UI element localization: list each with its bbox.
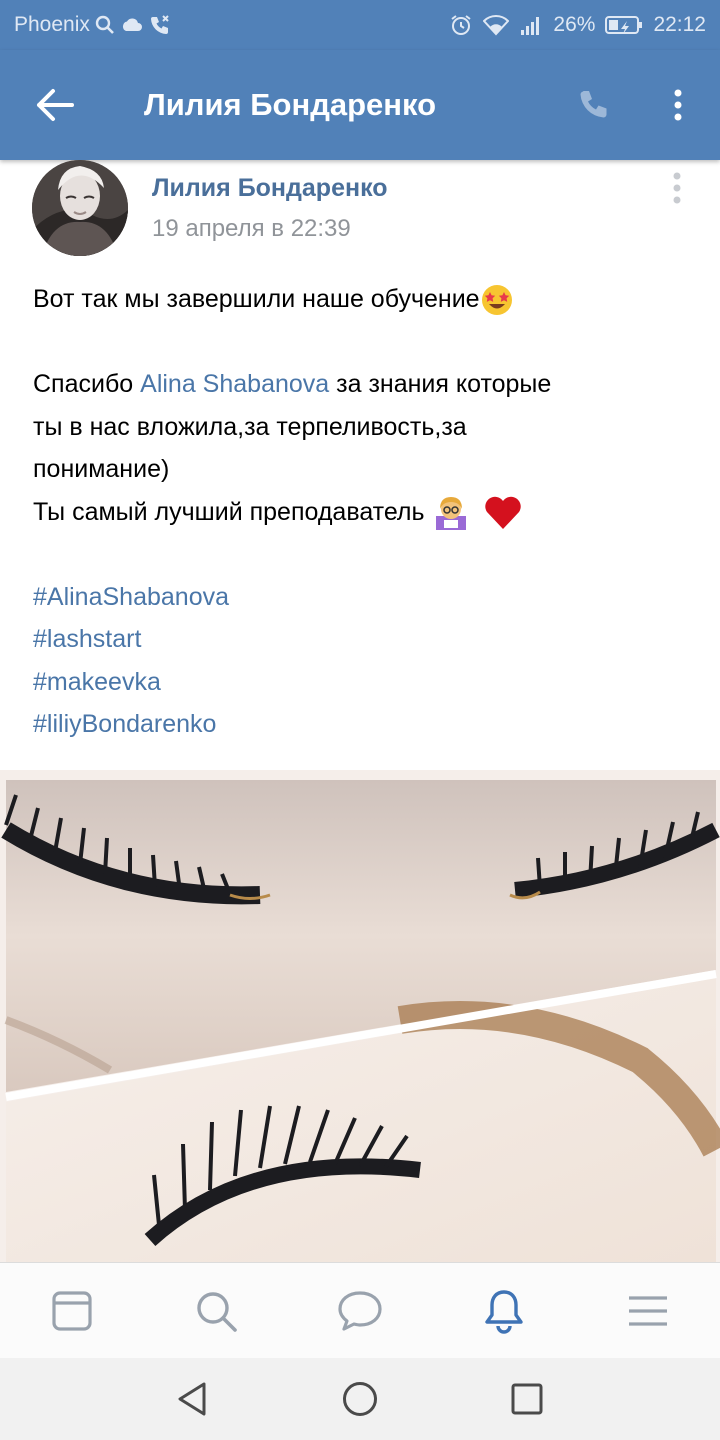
post-line: ты в нас вложила,за терпеливость,за	[33, 412, 467, 441]
avatar-image	[32, 160, 128, 256]
hashtag-link[interactable]: #lashstart	[33, 618, 693, 661]
post-author[interactable]: Лилия Бондаренко	[152, 174, 388, 203]
status-bar: Phoenix 26% 22:12	[0, 0, 720, 50]
post-line: Вот так мы завершили наше обучение	[33, 278, 693, 321]
system-recents-button[interactable]	[487, 1358, 567, 1440]
nav-news[interactable]	[22, 1263, 122, 1359]
phone-icon	[580, 91, 607, 118]
signal-icon	[521, 17, 540, 35]
nav-search[interactable]	[166, 1263, 266, 1359]
post-line-text: Вот так мы завершили наше обучение	[33, 285, 480, 313]
alarm-icon	[451, 15, 472, 35]
battery-percent: 26%	[553, 13, 596, 36]
post-line: Ты самый лучший преподаватель	[33, 491, 693, 534]
mention-link[interactable]: Alina Shabanova	[140, 370, 329, 398]
page-title: Лилия Бондаренко	[144, 87, 437, 122]
search-status-icon	[95, 15, 114, 34]
hashtag-link[interactable]: #makeevka	[33, 661, 693, 704]
teacher-emoji-icon	[435, 496, 466, 530]
more-vertical-icon	[674, 89, 682, 121]
post-photo[interactable]	[0, 770, 720, 1262]
app-bar: Лилия Бондаренко	[0, 50, 720, 160]
cloud-icon	[122, 18, 142, 31]
circle-home-icon	[342, 1382, 377, 1416]
eyelash-collage-image	[0, 770, 720, 1262]
star-struck-emoji-icon	[481, 285, 512, 316]
call-button[interactable]	[552, 50, 636, 160]
nav-messages[interactable]	[310, 1263, 410, 1359]
post-line-text: Спасибо	[33, 370, 141, 398]
clock: 22:12	[653, 13, 706, 36]
nav-notifications[interactable]	[454, 1263, 554, 1359]
more-vertical-icon	[673, 172, 681, 204]
square-recents-icon	[511, 1383, 543, 1415]
system-nav-bar	[0, 1358, 720, 1440]
search-icon	[197, 1291, 237, 1332]
wifi-icon	[483, 15, 510, 36]
more-options-button[interactable]	[636, 50, 720, 160]
carrier-name: Phoenix	[14, 13, 90, 36]
post-line-text: Ты самый лучший преподаватель	[33, 497, 432, 526]
notifications-icon	[485, 1289, 523, 1334]
hashtag-link[interactable]: #liliyBondarenko	[33, 703, 693, 746]
app-actions	[552, 50, 720, 160]
hashtag-link[interactable]: #AlinaShabanova	[33, 576, 693, 619]
news-icon	[52, 1290, 92, 1331]
post-header: Лилия Бондаренко 19 апреля в 22:39	[0, 160, 720, 260]
status-left: Phoenix	[14, 13, 172, 37]
post-line: Спасибо Alina Shabanova за знания которы…	[33, 363, 693, 406]
avatar[interactable]	[32, 160, 128, 256]
missed-call-icon	[150, 15, 169, 34]
messages-icon	[338, 1290, 382, 1331]
post-date[interactable]: 19 апреля в 22:39	[152, 215, 351, 243]
system-home-button[interactable]	[320, 1358, 400, 1440]
heart-emoji-icon	[485, 496, 522, 529]
post-line: понимание)	[33, 455, 170, 483]
post-line-text: за знания которые	[329, 370, 552, 398]
status-right: 26% 22:12	[449, 13, 706, 37]
system-back-button[interactable]	[153, 1358, 233, 1440]
triangle-back-icon	[178, 1382, 206, 1416]
nav-menu[interactable]	[598, 1263, 698, 1359]
post-menu-button[interactable]	[660, 168, 694, 208]
bottom-nav	[0, 1262, 720, 1358]
battery-icon	[605, 16, 643, 34]
post-text: Вот так мы завершили наше обучение Спаси…	[33, 278, 693, 746]
menu-icon	[629, 1295, 667, 1326]
